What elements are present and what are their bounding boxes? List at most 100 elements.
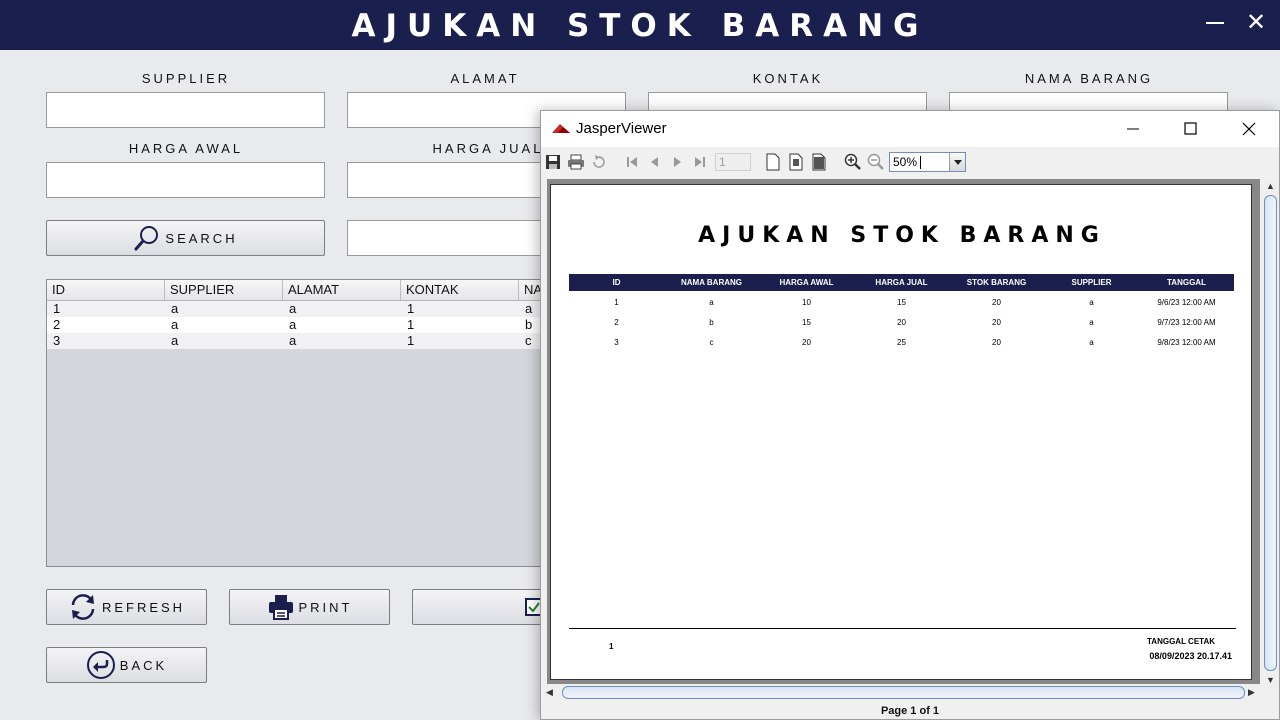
report-cell: 20 (992, 298, 1001, 307)
report-cell: a (1089, 298, 1094, 307)
zoom-value: 50% (893, 155, 918, 169)
table-cell: a (171, 317, 179, 332)
column-header[interactable]: KONTAK (401, 280, 519, 300)
zoom-select[interactable]: 50% (889, 152, 966, 172)
search-button[interactable]: SEARCH (46, 220, 325, 256)
supplier-label: SUPPLIER (141, 71, 231, 86)
report-page-number: 1 (609, 642, 614, 651)
nama-barang-label: NAMA BARANG (1024, 71, 1154, 86)
column-header[interactable]: ALAMAT (283, 280, 401, 300)
last-page-button[interactable] (690, 152, 710, 172)
reload-button[interactable] (589, 152, 609, 172)
print-button[interactable]: PRINT (229, 589, 390, 625)
table-cell: a (289, 333, 297, 348)
page-status: Page 1 of 1 (880, 705, 940, 717)
horizontal-scroll-thumb[interactable] (562, 686, 1245, 699)
report-cell: 20 (992, 318, 1001, 327)
report-cell: 2 (614, 318, 619, 327)
report-cell: 9/8/23 12:00 AM (1157, 338, 1216, 347)
column-header[interactable]: ID (47, 280, 165, 300)
report-column-header: HARGA JUAL (875, 278, 928, 287)
print-report-button[interactable] (566, 152, 586, 172)
close-button[interactable]: ✕ (1246, 10, 1266, 36)
previous-page-button[interactable] (645, 152, 665, 172)
kontak-label: KONTAK (752, 71, 824, 86)
table-cell: 3 (53, 333, 61, 348)
first-page-button[interactable] (622, 152, 642, 172)
table-cell: 1 (407, 301, 415, 316)
scroll-up-icon[interactable]: ▲ (1266, 181, 1275, 191)
refresh-button[interactable]: REFRESH (46, 589, 207, 625)
print-label: PRINT (298, 599, 353, 615)
scroll-right-icon[interactable]: ▶ (1248, 687, 1255, 698)
report-cell: a (709, 298, 714, 307)
table-cell: 1 (407, 333, 415, 348)
printer-icon (268, 595, 293, 620)
report-cell: 9/7/23 12:00 AM (1157, 318, 1216, 327)
table-cell: 2 (53, 317, 61, 332)
viewer-close-button[interactable] (1236, 117, 1262, 141)
harga-awal-field[interactable] (46, 162, 325, 198)
app-titlebar: AJUKAN STOK BARANG ✕ (0, 0, 1280, 50)
previous-page-icon (651, 157, 658, 167)
report-column-header: NAMA BARANG (680, 278, 743, 287)
next-page-button[interactable] (667, 152, 687, 172)
last-page-icon (695, 157, 705, 167)
report-row: 2 b 15 20 20 a 9/7/23 12:00 AM (569, 317, 1234, 329)
report-cell: c (709, 338, 714, 347)
print-date-label: TANGGAL CETAK (1147, 637, 1215, 646)
data-table: ID SUPPLIER ALAMAT KONTAK NA 1 a a 1 a 2… (46, 279, 546, 567)
scroll-left-icon[interactable]: ◀ (546, 687, 553, 698)
fit-page-icon (789, 153, 803, 171)
table-header: ID SUPPLIER ALAMAT KONTAK NA (47, 280, 545, 301)
report-view: AJUKAN STOK BARANG ID NAMA BARANG HARGA … (547, 179, 1260, 689)
report-header: ID NAMA BARANG HARGA AWAL HARGA JUAL STO… (569, 274, 1234, 291)
table-cell: a (289, 317, 297, 332)
fit-width-button[interactable] (809, 152, 829, 172)
fit-page-button[interactable] (786, 152, 806, 172)
refresh-label: REFRESH (101, 599, 186, 615)
search-label: SEARCH (165, 230, 238, 246)
report-cell: 1 (614, 298, 619, 307)
back-arrow-icon (86, 651, 115, 679)
table-row[interactable]: 2 a a 1 b (47, 317, 545, 333)
table-cell: 1 (53, 301, 61, 316)
page-number-input[interactable]: 1 (715, 153, 751, 171)
table-row[interactable]: 3 a a 1 c (47, 333, 545, 349)
zoom-in-button[interactable] (843, 152, 863, 172)
report-cell: 20 (802, 338, 811, 347)
back-button[interactable]: BACK (46, 647, 207, 683)
report-cell: 15 (802, 318, 811, 327)
vertical-scrollbar[interactable]: ▲ ▼ (1262, 179, 1279, 689)
vertical-scroll-thumb[interactable] (1264, 195, 1277, 671)
zoom-dropdown-button[interactable] (949, 153, 965, 171)
viewer-minimize-button[interactable] (1120, 117, 1146, 141)
footer-divider (569, 628, 1236, 629)
next-page-icon (674, 157, 681, 167)
report-column-header: SUPPLIER (1071, 278, 1112, 287)
column-header[interactable]: SUPPLIER (165, 280, 283, 300)
report-column-header: HARGA AWAL (779, 278, 834, 287)
report-cell: b (709, 318, 714, 327)
scroll-down-icon[interactable]: ▼ (1266, 675, 1275, 685)
report-cell: a (1089, 338, 1094, 347)
horizontal-scrollbar[interactable]: ◀ ▶ (541, 684, 1262, 701)
app-title: AJUKAN STOK BARANG (351, 8, 929, 44)
text-caret (920, 156, 921, 169)
viewer-maximize-button[interactable] (1177, 117, 1203, 141)
save-button[interactable] (543, 152, 563, 172)
report-row: 3 c 20 25 20 a 9/8/23 12:00 AM (569, 337, 1234, 349)
minimize-button[interactable] (1206, 22, 1224, 24)
report-page: AJUKAN STOK BARANG ID NAMA BARANG HARGA … (550, 184, 1252, 680)
print-icon (568, 154, 584, 170)
actual-size-button[interactable] (763, 152, 783, 172)
table-row[interactable]: 1 a a 1 a (47, 301, 545, 317)
zoom-out-button[interactable] (866, 152, 886, 172)
actual-size-icon (766, 153, 780, 171)
print-date: 08/09/2023 20.17.41 (1149, 651, 1232, 661)
supplier-field[interactable] (46, 92, 325, 128)
fit-width-icon (812, 153, 826, 171)
viewer-title: JasperViewer (576, 120, 667, 137)
search-icon (134, 226, 159, 251)
report-cell: 25 (897, 338, 906, 347)
